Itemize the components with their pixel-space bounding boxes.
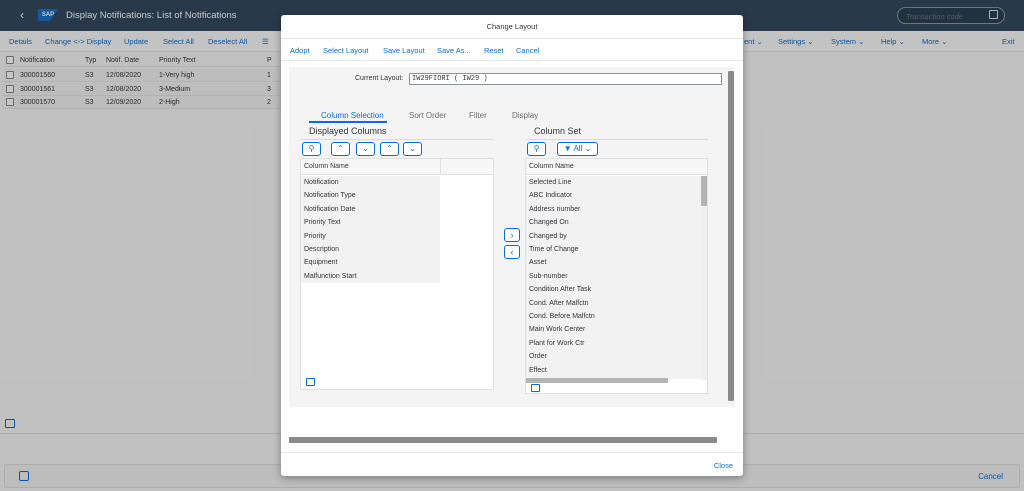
active-tab-indicator <box>309 121 387 123</box>
divider <box>525 139 708 140</box>
list-item[interactable]: Notification <box>301 176 440 189</box>
displayed-columns-title: Displayed Columns <box>309 126 387 136</box>
list-item[interactable]: Notification Date <box>301 203 440 216</box>
dialog-scrollbar-thumb[interactable] <box>728 71 734 401</box>
list-item[interactable]: Condition After Task <box>526 283 701 296</box>
move-up-icon[interactable]: ⌃ <box>331 142 350 156</box>
save-as-button[interactable]: Save As... <box>437 46 471 55</box>
divider <box>300 139 494 140</box>
change-layout-dialog: Change Layout Adopt Select Layout Save L… <box>281 15 743 476</box>
list-item[interactable]: Asset <box>526 256 701 269</box>
list-item[interactable]: Address number <box>526 203 701 216</box>
search-icon[interactable]: ⚲ <box>302 142 321 156</box>
filter-dropdown[interactable]: ▼ All ⌄ <box>557 142 598 156</box>
list-item[interactable]: Priority <box>301 230 440 243</box>
move-bottom-icon[interactable]: ⌄ <box>403 142 422 156</box>
list-item[interactable]: Priority Text <box>301 216 440 229</box>
close-button[interactable]: Close <box>714 461 733 470</box>
move-down-icon[interactable]: ⌄ <box>356 142 375 156</box>
list-item[interactable]: Cond. After Malfctn <box>526 297 701 310</box>
column-set-horizontal-scrollbar[interactable] <box>526 378 668 383</box>
current-layout-label: Current Layout: <box>355 75 404 82</box>
move-left-icon[interactable]: ‹ <box>504 245 520 259</box>
dialog-cancel-button[interactable]: Cancel <box>516 46 539 55</box>
column-set-table: Column Name Selected Line ABC Indicator … <box>525 158 708 394</box>
move-right-icon[interactable]: › <box>504 228 520 242</box>
dialog-horizontal-scrollbar[interactable] <box>289 437 717 443</box>
list-item[interactable]: Main Work Center <box>526 323 701 336</box>
list-item[interactable]: Plant for Work Ctr <box>526 337 701 350</box>
select-layout-button[interactable]: Select Layout <box>323 46 368 55</box>
adopt-button[interactable]: Adopt <box>290 46 310 55</box>
list-item[interactable]: Equipment <box>301 256 440 269</box>
column-header-filler <box>440 159 493 175</box>
current-layout-field[interactable]: IW29FIORI ( IW29 ) <box>409 73 722 85</box>
list-item[interactable]: Time of Change <box>526 243 701 256</box>
list-item[interactable]: Notification Type <box>301 189 440 202</box>
tab-filter[interactable]: Filter <box>469 111 487 120</box>
list-item[interactable]: Effect <box>526 364 701 377</box>
save-layout-button[interactable]: Save Layout <box>383 46 425 55</box>
list-item[interactable]: Sub-number <box>526 270 701 283</box>
list-item[interactable]: Description <box>301 243 440 256</box>
displayed-columns-table: Column Name Notification Notification Ty… <box>300 158 494 390</box>
column-set-title: Column Set <box>534 126 582 136</box>
list-item[interactable]: Malfunction Start <box>301 270 440 283</box>
export-icon[interactable] <box>531 384 540 392</box>
tab-display[interactable]: Display <box>512 111 538 120</box>
chevron-down-icon: ⌄ <box>584 144 592 153</box>
column-name-header: Column Name <box>301 159 440 175</box>
move-top-icon[interactable]: ⌃ <box>380 142 399 156</box>
dialog-title: Change Layout <box>281 15 743 39</box>
list-item[interactable]: Changed On <box>526 216 701 229</box>
tab-sort-order[interactable]: Sort Order <box>409 111 446 120</box>
column-set-scrollbar-thumb[interactable] <box>701 176 707 206</box>
list-item[interactable]: Order <box>526 350 701 363</box>
list-item[interactable]: Selected Line <box>526 176 701 189</box>
column-name-header: Column Name <box>526 159 707 175</box>
list-item[interactable]: Changed by <box>526 230 701 243</box>
reset-button[interactable]: Reset <box>484 46 504 55</box>
search-icon[interactable]: ⚲ <box>527 142 546 156</box>
dialog-toolbar: Adopt Select Layout Save Layout Save As.… <box>281 39 743 61</box>
list-item[interactable]: ABC Indicator <box>526 189 701 202</box>
list-item[interactable]: Cond. Before Malfctn <box>526 310 701 323</box>
export-icon[interactable] <box>306 378 315 386</box>
filter-label: All <box>573 144 583 153</box>
filter-icon: ▼ <box>563 144 572 153</box>
column-set-scrollbar-track[interactable] <box>701 176 707 380</box>
dialog-footer: Close <box>281 452 743 476</box>
tab-column-selection[interactable]: Column Selection <box>321 111 384 120</box>
